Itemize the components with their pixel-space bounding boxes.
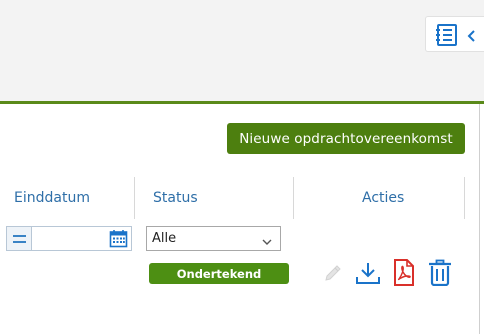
column-header-acties: Acties (362, 190, 405, 206)
panel-border (479, 104, 480, 334)
status-filter-select[interactable]: Alle (146, 226, 281, 251)
column-separator (134, 177, 135, 219)
trash-icon[interactable] (428, 259, 452, 290)
equals-icon (13, 235, 26, 237)
calendar-icon[interactable] (109, 229, 128, 252)
date-operator-button[interactable] (6, 226, 32, 251)
column-separator (464, 177, 465, 219)
document-list-icon (435, 23, 459, 51)
toc-toggle-button[interactable] (425, 16, 484, 52)
status-filter-value: Alle (152, 231, 177, 246)
chevron-left-icon (466, 28, 476, 47)
chevron-down-icon (262, 235, 272, 250)
status-badge: Ondertekend (149, 263, 289, 284)
new-agreement-button[interactable]: Nieuwe opdrachtovereenkomst (227, 123, 465, 154)
edit-icon[interactable] (322, 262, 344, 288)
column-header-einddatum[interactable]: Einddatum (14, 190, 90, 206)
pdf-icon[interactable] (393, 259, 415, 290)
download-icon[interactable] (355, 260, 381, 290)
column-header-status[interactable]: Status (153, 190, 198, 206)
accent-divider (0, 101, 484, 104)
column-separator (293, 177, 294, 219)
top-panel (0, 0, 484, 101)
